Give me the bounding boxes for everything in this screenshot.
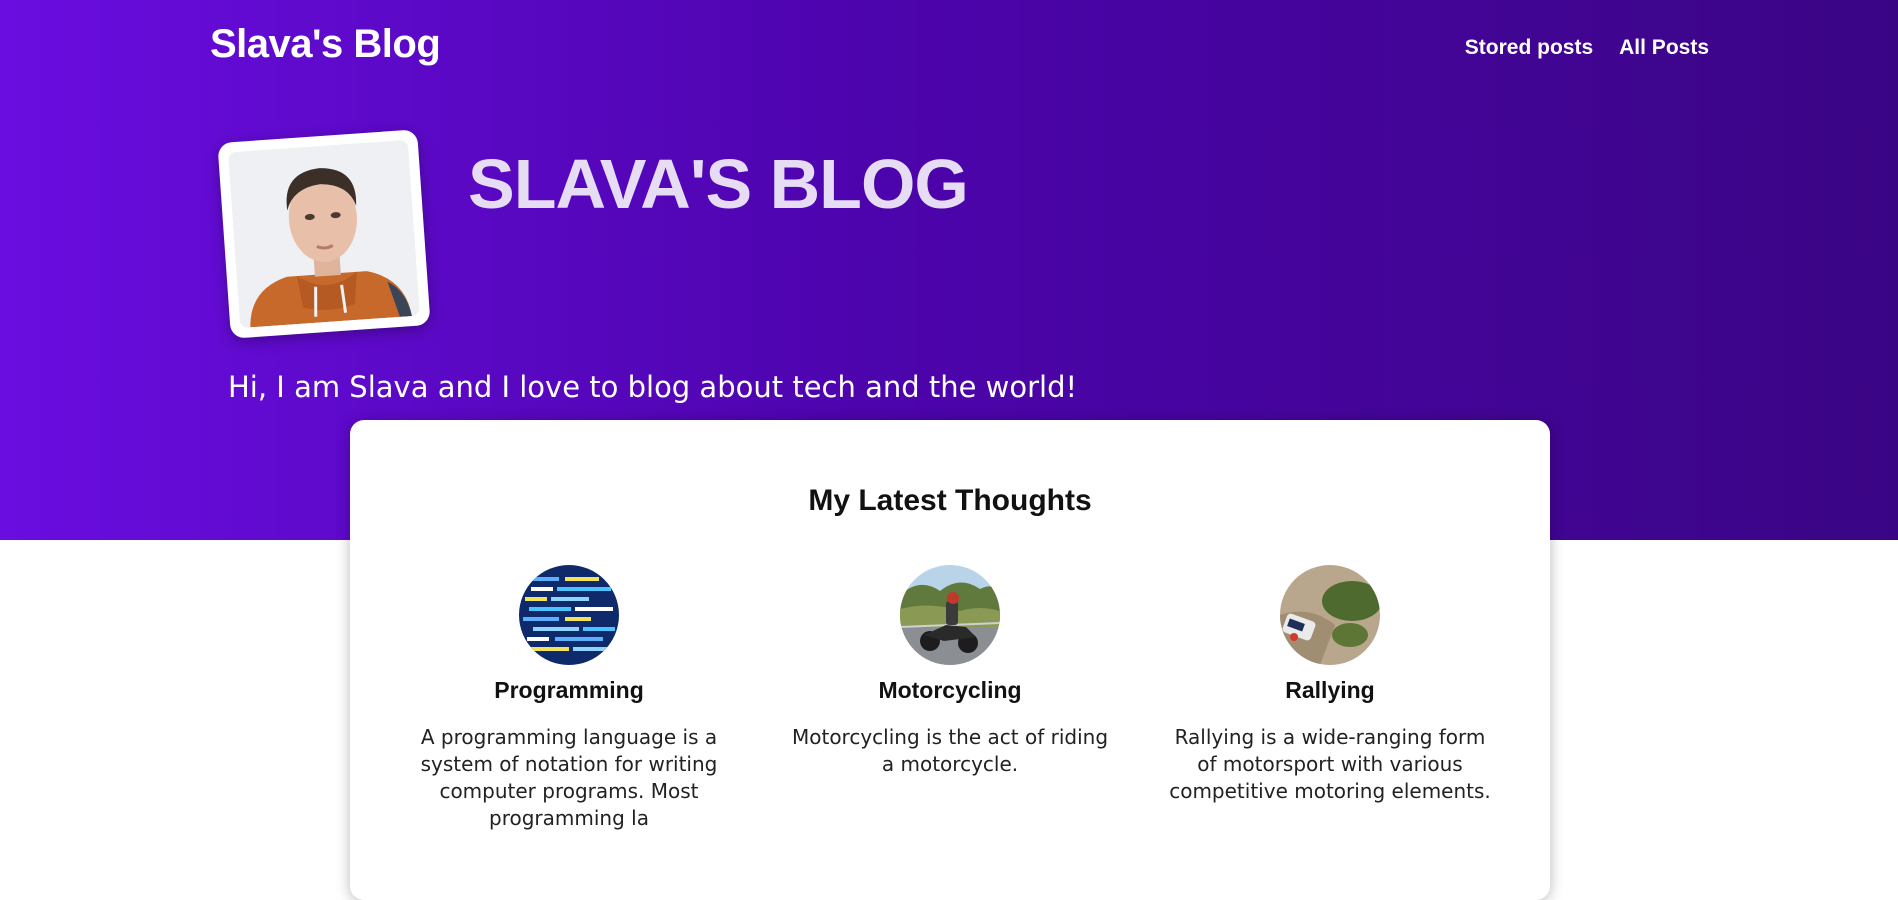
latest-thoughts-card: My Latest Thoughts Programming A program…	[350, 420, 1550, 900]
topic-title: Motorcycling	[878, 677, 1022, 703]
topic-description: A programming language is a system of no…	[420, 725, 718, 830]
site-brand-link[interactable]: Slava's Blog	[210, 22, 441, 67]
author-avatar	[217, 129, 431, 339]
rally-car-image	[1280, 565, 1380, 665]
hero-title: SLAVA'S BLOG	[468, 145, 969, 223]
topic-title: Programming	[494, 677, 644, 703]
code-screen-image	[519, 565, 619, 665]
main-nav: Stored posts All Posts	[1465, 36, 1709, 60]
topic-rallying[interactable]: Rallying Rallying is a wide-ranging form…	[1165, 565, 1495, 805]
topic-description: Rallying is a wide-ranging form of motor…	[1169, 725, 1491, 803]
latest-thoughts-title: My Latest Thoughts	[808, 484, 1092, 517]
nav-all-posts-link[interactable]: All Posts	[1619, 36, 1709, 60]
topic-description: Motorcycling is the act of riding a moto…	[791, 725, 1109, 776]
topic-motorcycling[interactable]: Motorcycling Motorcycling is the act of …	[785, 565, 1115, 778]
nav-stored-posts-link[interactable]: Stored posts	[1465, 36, 1593, 60]
hero-subtitle: Hi, I am Slava and I love to blog about …	[228, 370, 1078, 404]
topic-programming[interactable]: Programming A programming language is a …	[404, 565, 734, 832]
motorcycle-image	[900, 565, 1000, 665]
portrait-image	[228, 139, 420, 329]
topic-title: Rallying	[1285, 677, 1375, 703]
